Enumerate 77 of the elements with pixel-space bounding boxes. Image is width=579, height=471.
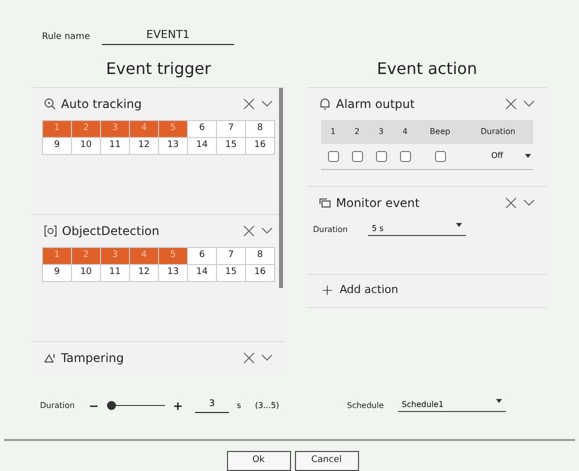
channel-cell[interactable]: 10 [72, 138, 101, 154]
scrollbar-thumb[interactable] [279, 88, 283, 288]
close-icon[interactable] [243, 98, 255, 110]
channel-cell[interactable]: 10 [72, 264, 101, 282]
panel-title: Monitor event [336, 194, 420, 212]
caret-icon [456, 222, 462, 226]
panel-title: Tampering [61, 350, 124, 366]
channel-cell[interactable]: 11 [101, 264, 130, 282]
channel-cell[interactable]: 14 [188, 138, 217, 154]
tracking-icon [44, 98, 56, 110]
channel-cell[interactable]: 9 [43, 138, 72, 154]
checkbox[interactable] [400, 150, 410, 162]
checkbox[interactable] [434, 150, 446, 162]
schedule-label: Schedule [347, 400, 384, 412]
caret-icon [496, 398, 502, 402]
channel-cell[interactable]: 14 [188, 264, 217, 282]
chevron-down-icon[interactable] [261, 354, 273, 362]
duration-label: Duration [40, 400, 75, 412]
rule-name-label: Rule name [42, 31, 90, 44]
detection-icon [44, 224, 57, 236]
checkbox[interactable] [352, 150, 362, 162]
panel-title: Alarm output [336, 96, 415, 112]
caret-icon [525, 154, 531, 158]
slider-thumb[interactable] [106, 401, 116, 410]
channel-cell[interactable]: 9 [43, 264, 72, 282]
channel-cell[interactable]: 16 [246, 264, 275, 282]
dialog-button[interactable]: Ok [226, 450, 290, 470]
tampering-icon [44, 352, 56, 362]
close-icon[interactable] [243, 224, 255, 236]
close-icon[interactable] [505, 196, 517, 208]
chevron-down-icon[interactable] [523, 198, 535, 206]
checkbox[interactable] [328, 150, 338, 162]
column-header: 1 [329, 126, 337, 138]
decrease-button[interactable]: − [88, 396, 99, 414]
duration-dropdown[interactable]: Off [463, 150, 533, 162]
panel-title: Auto tracking [61, 96, 142, 112]
range-label: (3...5) [255, 400, 280, 412]
channel-cell[interactable]: 15 [217, 138, 246, 154]
channel-cell[interactable]: 7 [217, 120, 246, 138]
monitor-icon [319, 196, 331, 208]
checkbox[interactable] [376, 150, 386, 162]
channel-cell[interactable]: 6 [188, 248, 217, 264]
channel-cell[interactable]: 13 [159, 138, 188, 154]
channel-cell[interactable]: 6 [188, 120, 217, 138]
duration-label: Duration [313, 224, 348, 236]
plus-icon: + [321, 279, 334, 302]
add-action-button[interactable]: + Add action [307, 279, 398, 302]
channel-cell[interactable]: 11 [101, 138, 130, 154]
chevron-down-icon[interactable] [261, 226, 273, 234]
channel-cell[interactable]: 7 [217, 248, 246, 264]
duration-dropdown[interactable]: 5 s [368, 222, 466, 236]
increase-button[interactable]: + [172, 396, 183, 414]
section-title: Event trigger [105, 58, 212, 80]
schedule-dropdown[interactable]: Schedule1 [398, 398, 506, 412]
bell-icon [319, 98, 331, 110]
panel-title: ObjectDetection [62, 222, 160, 240]
column-header: Duration [480, 126, 516, 138]
channel-cell[interactable]: 16 [246, 138, 275, 154]
rule-name-field[interactable]: EVENT1 [102, 27, 234, 44]
chevron-down-icon[interactable] [261, 100, 273, 108]
column-header: 3 [377, 126, 385, 138]
column-header: 2 [353, 126, 361, 138]
column-header: 4 [401, 126, 409, 138]
section-title: Event action [376, 58, 478, 80]
channel-cell[interactable]: 13 [159, 264, 188, 282]
unit-label: s [236, 400, 242, 412]
channel-cell[interactable]: 12 [130, 264, 159, 282]
chevron-down-icon[interactable] [523, 100, 535, 108]
close-icon[interactable] [505, 98, 517, 110]
duration-field[interactable]: 3 [194, 398, 229, 413]
channel-cell[interactable]: 12 [130, 138, 159, 154]
channel-cell[interactable]: 8 [246, 248, 275, 264]
close-icon[interactable] [243, 352, 255, 364]
channel-cell[interactable]: 8 [246, 120, 275, 138]
column-header: Beep [428, 126, 452, 138]
channel-cell[interactable]: 15 [217, 264, 246, 282]
dialog-button[interactable]: Cancel [294, 450, 358, 470]
